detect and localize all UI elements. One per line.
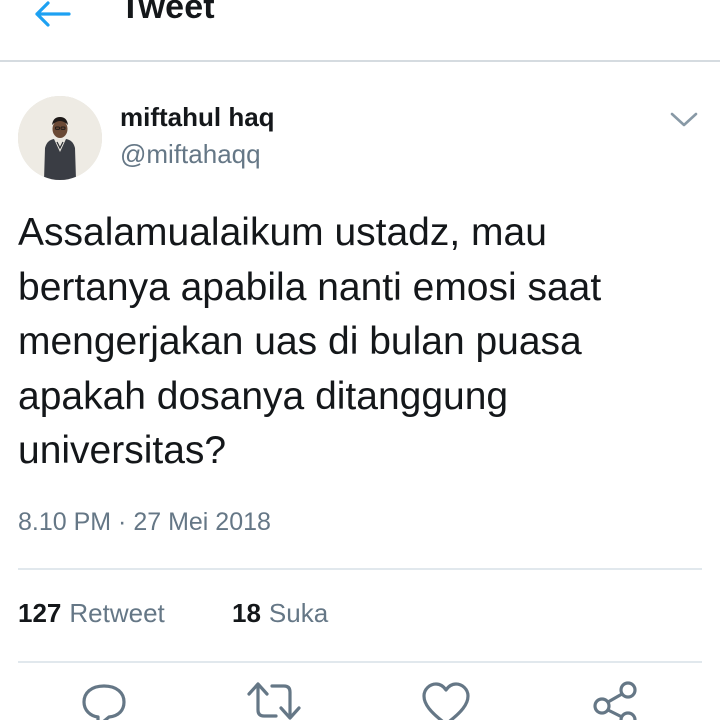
author-handle[interactable]: @miftahaqq xyxy=(120,139,261,170)
divider xyxy=(18,568,702,570)
tweet-timestamp: 8.10 PM · 27 Mei 2018 xyxy=(18,508,271,536)
tweet-text-line: bertanya apabila nanti emosi saat xyxy=(18,265,602,309)
profile-photo xyxy=(18,96,102,180)
page-title: Tweet xyxy=(120,0,215,26)
tweet-text-line: apakah dosanya ditanggung xyxy=(18,374,509,418)
arrow-left-icon xyxy=(35,1,71,27)
like-count-label: Suka xyxy=(268,598,329,628)
like-button[interactable] xyxy=(418,680,474,720)
tweet-detail-screen: Tweet miftahul haq @miftahaqq Assalamual… xyxy=(0,0,720,720)
divider xyxy=(18,661,702,663)
top-bar: Tweet xyxy=(0,0,720,62)
tweet-text-line: mengerjakan uas di bulan puasa xyxy=(18,320,582,363)
chevron-down-icon xyxy=(670,112,698,127)
tweet-text: Assalamualaikum ustadz, mau bertanya apa… xyxy=(18,206,678,479)
tweet-menu-button[interactable] xyxy=(664,104,704,136)
like-count[interactable]: 18 Suka xyxy=(232,598,328,629)
share-button[interactable] xyxy=(588,680,644,720)
author-name[interactable]: miftahul haq xyxy=(120,102,275,133)
retweet-count-label: Retweet xyxy=(69,598,165,628)
retweet-button[interactable] xyxy=(246,680,302,720)
reply-button[interactable] xyxy=(76,680,132,720)
back-button[interactable] xyxy=(28,0,76,34)
retweet-count[interactable]: 127 Retweet xyxy=(18,598,165,629)
share-icon xyxy=(593,681,637,720)
tweet-text-line: universitas? xyxy=(18,429,227,472)
tweet-text-line: Assalamualaikum ustadz, mau xyxy=(18,211,547,254)
reply-icon xyxy=(82,684,126,720)
heart-icon xyxy=(422,682,470,720)
retweet-icon xyxy=(247,682,301,720)
like-count-number: 18 xyxy=(232,598,261,628)
avatar[interactable] xyxy=(18,96,102,180)
retweet-count-number: 127 xyxy=(18,598,62,628)
